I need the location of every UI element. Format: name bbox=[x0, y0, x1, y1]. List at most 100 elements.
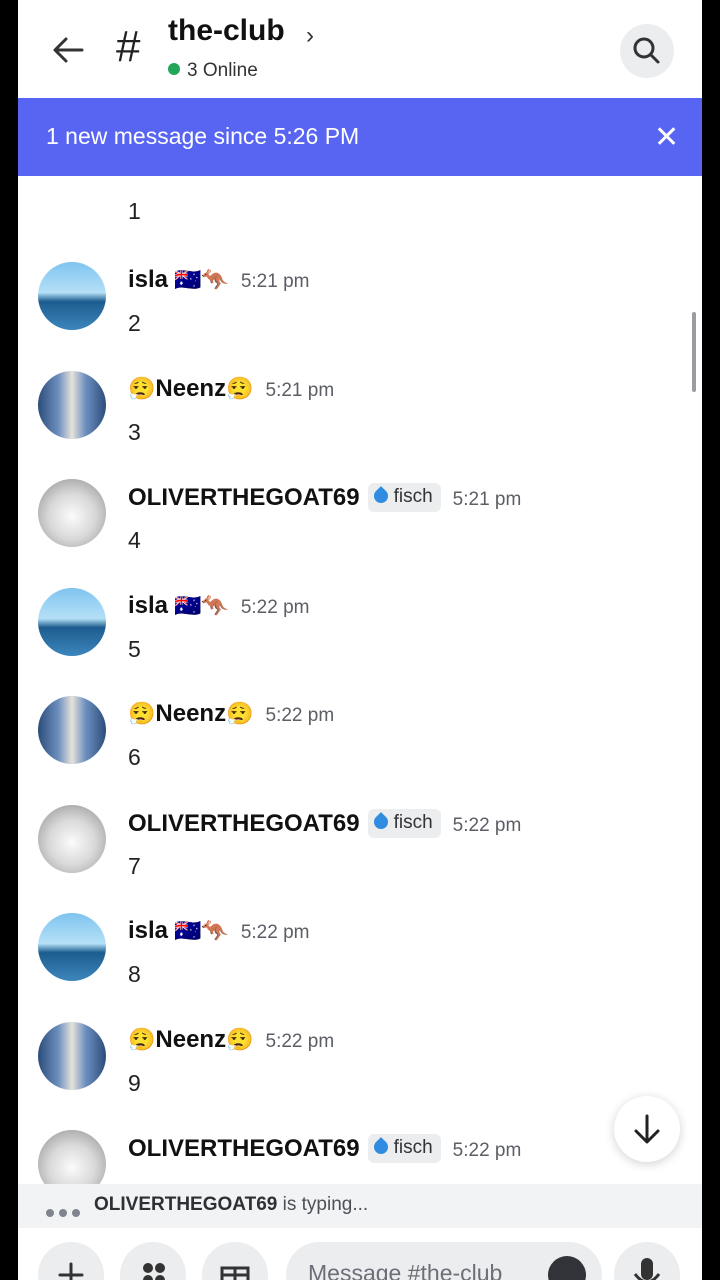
name-emoji-suffix: 😮‍💨 bbox=[226, 1027, 254, 1052]
close-icon[interactable]: ✕ bbox=[654, 120, 679, 155]
timestamp: 5:21 pm bbox=[265, 380, 335, 401]
avatar[interactable] bbox=[38, 262, 106, 330]
guild-tag-text: fisch bbox=[393, 812, 433, 833]
author-name[interactable]: OLIVERTHEGOAT69 bbox=[128, 484, 360, 511]
message-body: 3 bbox=[128, 419, 141, 445]
message-header: OLIVERTHEGOAT69 fisch 5:22 pm bbox=[128, 809, 521, 838]
message-header: isla 🇦🇺🦘 5:21 pm bbox=[128, 266, 309, 294]
channel-title[interactable]: the-club bbox=[168, 14, 285, 48]
message-item[interactable]: 😮‍💨Neenz😮‍💨 5:22 pm 9 bbox=[18, 1022, 702, 1122]
name-emoji-prefix: 😮‍💨 bbox=[128, 1027, 156, 1052]
gift-icon bbox=[220, 1266, 250, 1280]
timestamp: 5:22 pm bbox=[240, 597, 310, 618]
message-item[interactable]: isla 🇦🇺🦘 5:21 pm 2 bbox=[18, 262, 702, 362]
name-emoji-suffix: 😮‍💨 bbox=[226, 376, 254, 401]
avatar[interactable] bbox=[38, 696, 106, 764]
message-item[interactable]: isla 🇦🇺🦘 5:22 pm 8 bbox=[18, 913, 702, 1013]
message-body: 4 bbox=[128, 527, 141, 553]
message-list[interactable]: 1 isla 🇦🇺🦘 5:21 pm 2 😮‍💨Neenz😮‍💨 5:21 pm 3 OLIV… bbox=[18, 176, 702, 1184]
emoji-icon[interactable] bbox=[548, 1256, 586, 1280]
name-emoji-flags: 🇦🇺🦘 bbox=[174, 267, 229, 292]
avatar[interactable] bbox=[38, 805, 106, 873]
message-header: isla 🇦🇺🦘 5:22 pm bbox=[128, 592, 309, 620]
timestamp: 5:22 pm bbox=[240, 922, 310, 943]
typing-suffix: is typing... bbox=[277, 1194, 369, 1215]
author-name[interactable]: isla bbox=[128, 266, 168, 293]
water-drop-icon bbox=[370, 1137, 391, 1157]
timestamp: 5:22 pm bbox=[265, 1031, 335, 1052]
channel-hash-icon: # bbox=[116, 22, 141, 71]
message-item[interactable]: isla 🇦🇺🦘 5:22 pm 5 bbox=[18, 588, 702, 688]
avatar[interactable] bbox=[38, 371, 106, 439]
voice-message-button[interactable] bbox=[614, 1242, 680, 1280]
message-item[interactable]: OLIVERTHEGOAT69 fisch 5:21 pm 4 bbox=[18, 479, 702, 579]
online-count: 3 Online bbox=[168, 60, 258, 82]
message-item[interactable]: 😮‍💨Neenz😮‍💨 5:22 pm 6 bbox=[18, 696, 702, 796]
guild-tag[interactable]: fisch bbox=[367, 809, 441, 838]
scrollbar[interactable] bbox=[692, 312, 696, 392]
search-icon bbox=[633, 37, 660, 64]
name-emoji-prefix: 😮‍💨 bbox=[128, 376, 156, 401]
guild-tag[interactable]: fisch bbox=[367, 483, 441, 512]
message-header: isla 🇦🇺🦘 5:22 pm bbox=[128, 917, 309, 945]
guild-tag-text: fisch bbox=[393, 1137, 433, 1158]
arrow-down-icon bbox=[634, 1114, 660, 1144]
message-input[interactable]: Message #the-club bbox=[286, 1242, 602, 1280]
avatar[interactable] bbox=[38, 479, 106, 547]
author-name[interactable]: isla bbox=[128, 592, 168, 619]
timestamp: 5:22 pm bbox=[452, 815, 522, 836]
jump-to-present-button[interactable] bbox=[614, 1096, 680, 1162]
typing-dots-icon bbox=[46, 1204, 85, 1222]
message-item[interactable]: 😮‍💨Neenz😮‍💨 5:21 pm 3 bbox=[18, 371, 702, 471]
author-name[interactable]: isla bbox=[128, 917, 168, 944]
message-header: OLIVERTHEGOAT69 fisch 5:22 pm bbox=[128, 1134, 521, 1163]
guild-tag[interactable]: fisch bbox=[367, 1134, 441, 1163]
timestamp: 5:22 pm bbox=[265, 705, 335, 726]
plus-icon bbox=[58, 1262, 84, 1280]
message-item[interactable]: OLIVERTHEGOAT69 fisch 5:22 pm bbox=[18, 1130, 702, 1184]
avatar[interactable] bbox=[38, 588, 106, 656]
channel-header: # the-club › 3 Online bbox=[18, 0, 702, 98]
water-drop-icon bbox=[370, 812, 391, 832]
microphone-icon bbox=[633, 1258, 661, 1280]
search-button[interactable] bbox=[620, 24, 674, 78]
avatar[interactable] bbox=[38, 913, 106, 981]
guild-tag-text: fisch bbox=[393, 486, 433, 507]
typing-text: OLIVERTHEGOAT69 is typing... bbox=[94, 1194, 368, 1216]
message-body: 2 bbox=[128, 310, 141, 336]
author-name[interactable]: OLIVERTHEGOAT69 bbox=[128, 810, 360, 837]
back-arrow-icon[interactable] bbox=[48, 30, 88, 70]
message-body: 1 bbox=[128, 198, 141, 224]
author-name[interactable]: Neenz bbox=[155, 700, 226, 727]
author-name[interactable]: Neenz bbox=[155, 375, 226, 402]
timestamp: 5:22 pm bbox=[452, 1140, 522, 1161]
apps-button[interactable] bbox=[120, 1242, 186, 1280]
avatar[interactable] bbox=[38, 1130, 106, 1184]
author-name[interactable]: OLIVERTHEGOAT69 bbox=[128, 1135, 360, 1162]
gift-button[interactable] bbox=[202, 1242, 268, 1280]
name-emoji-prefix: 😮‍💨 bbox=[128, 701, 156, 726]
banner-text: 1 new message since 5:26 PM bbox=[46, 123, 360, 149]
timestamp: 5:21 pm bbox=[240, 271, 310, 292]
message-body: 7 bbox=[128, 853, 141, 879]
apps-icon bbox=[143, 1263, 165, 1280]
new-message-banner[interactable]: 1 new message since 5:26 PM ✕ bbox=[18, 98, 702, 176]
message-item[interactable]: OLIVERTHEGOAT69 fisch 5:22 pm 7 bbox=[18, 805, 702, 905]
online-text: 3 Online bbox=[187, 60, 258, 81]
name-emoji-flags: 🇦🇺🦘 bbox=[174, 593, 229, 618]
message-body: 8 bbox=[128, 961, 141, 987]
message-header: 😮‍💨Neenz😮‍💨 5:22 pm bbox=[128, 700, 334, 728]
typing-indicator: OLIVERTHEGOAT69 is typing... bbox=[18, 1184, 702, 1228]
message-header: 😮‍💨Neenz😮‍💨 5:21 pm bbox=[128, 375, 334, 403]
message-header: OLIVERTHEGOAT69 fisch 5:21 pm bbox=[128, 483, 521, 512]
composer-bar: Message #the-club bbox=[18, 1228, 702, 1280]
name-emoji-flags: 🇦🇺🦘 bbox=[174, 918, 229, 943]
author-name[interactable]: Neenz bbox=[155, 1026, 226, 1053]
app-screen: # the-club › 3 Online 1 new message sinc… bbox=[18, 0, 702, 1280]
online-dot-icon bbox=[168, 63, 180, 75]
message-placeholder: Message #the-club bbox=[308, 1260, 503, 1280]
add-attachment-button[interactable] bbox=[38, 1242, 104, 1280]
avatar[interactable] bbox=[38, 1022, 106, 1090]
chevron-right-icon[interactable]: › bbox=[306, 22, 314, 50]
message-body: 5 bbox=[128, 636, 141, 662]
